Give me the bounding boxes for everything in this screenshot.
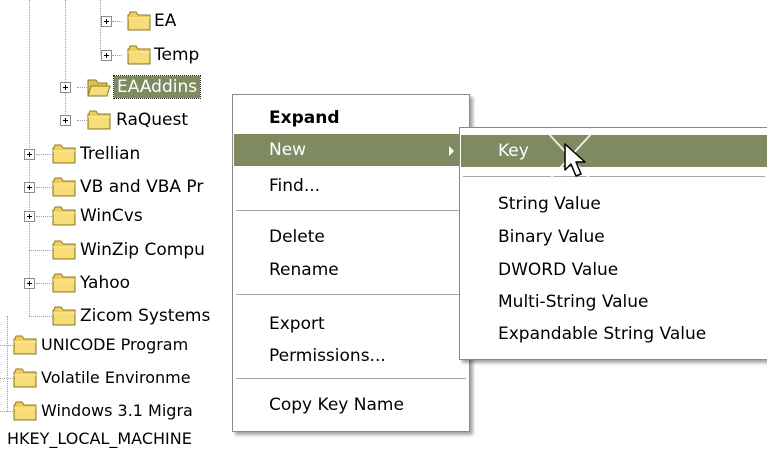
tree-line xyxy=(0,411,13,412)
tree-item-label[interactable]: Windows 3.1 Migra xyxy=(41,400,232,422)
plus-expander-icon[interactable] xyxy=(101,50,112,61)
folder-icon xyxy=(87,109,111,131)
root-key-label[interactable]: HKEY_LOCAL_MACHINE xyxy=(7,428,247,450)
tree-line xyxy=(100,0,101,55)
tree-line xyxy=(112,55,122,56)
menu-item-permissions[interactable]: Permissions... xyxy=(234,340,468,372)
tree-line xyxy=(29,316,52,317)
mouse-pointer-icon xyxy=(564,143,586,177)
submenu-item-expandable-string-value[interactable]: Expandable String Value xyxy=(461,318,767,350)
folder-icon xyxy=(13,400,37,422)
tree-line xyxy=(36,283,52,284)
plus-expander-icon[interactable] xyxy=(24,278,35,289)
menu-item-new-label: New xyxy=(269,140,307,160)
tree-item-label[interactable]: EA xyxy=(154,10,176,32)
menu-item-delete[interactable]: Delete xyxy=(234,221,468,253)
tree-item-label-selected[interactable]: EAAddins xyxy=(112,75,202,99)
menu-item-rename[interactable]: Rename xyxy=(234,254,468,286)
tree-line xyxy=(0,378,13,379)
menu-separator xyxy=(236,294,466,295)
folder-icon xyxy=(52,143,76,165)
plus-expander-icon[interactable] xyxy=(101,16,112,27)
submenu-arrow-icon xyxy=(449,146,454,156)
tree-line xyxy=(36,216,52,217)
menu-item-new[interactable]: New xyxy=(234,134,468,166)
menu-item-find[interactable]: Find... xyxy=(234,170,468,202)
menu-item-copy-key-name[interactable]: Copy Key Name xyxy=(234,389,468,421)
folder-icon xyxy=(52,305,76,327)
menu-item-expand[interactable]: Expand xyxy=(234,102,468,134)
plus-expander-icon[interactable] xyxy=(24,211,35,222)
plus-expander-icon[interactable] xyxy=(60,82,71,93)
menu-separator xyxy=(236,378,466,379)
plus-expander-icon[interactable] xyxy=(24,149,35,160)
tree-line xyxy=(112,21,122,22)
folder-icon xyxy=(127,10,151,32)
folder-icon xyxy=(52,272,76,294)
tree-item-label[interactable]: WinZip Compu xyxy=(80,239,232,261)
plus-expander-icon[interactable] xyxy=(24,182,35,193)
folder-icon xyxy=(127,44,151,66)
submenu-item-key[interactable]: Key xyxy=(461,135,767,167)
submenu-item-string-value[interactable]: String Value xyxy=(461,188,767,220)
tree-line xyxy=(0,345,13,346)
open-folder-icon xyxy=(87,76,111,98)
tree-item-label[interactable]: Temp xyxy=(154,44,199,66)
tree-line xyxy=(29,250,52,251)
menu-separator xyxy=(463,176,765,177)
folder-icon xyxy=(52,176,76,198)
tree-item-label[interactable]: VB and VBA Pr xyxy=(80,176,232,198)
submenu-item-binary-value[interactable]: Binary Value xyxy=(461,221,767,253)
tree-line xyxy=(7,316,8,412)
submenu-item-dword-value[interactable]: DWORD Value xyxy=(461,254,767,286)
tree-item-label[interactable]: Volatile Environme xyxy=(41,367,232,389)
tree-line xyxy=(36,187,52,188)
folder-icon xyxy=(52,205,76,227)
tree-line xyxy=(77,120,87,121)
context-menu: Expand New Find... Delete Rename Export … xyxy=(232,94,470,432)
plus-expander-icon[interactable] xyxy=(60,115,71,126)
folder-icon xyxy=(52,239,76,261)
tree-item-label[interactable]: Yahoo xyxy=(80,272,130,294)
tree-line xyxy=(65,0,66,120)
tree-line xyxy=(36,154,52,155)
tree-item-label[interactable]: RaQuest xyxy=(116,109,188,131)
tree-item-label[interactable]: UNICODE Program xyxy=(41,334,232,356)
menu-separator xyxy=(236,210,466,211)
menu-item-export[interactable]: Export xyxy=(234,308,468,340)
tree-item-label[interactable]: Trellian xyxy=(80,143,140,165)
tree-item-label[interactable]: WinCvs xyxy=(80,205,143,227)
submenu-item-multi-string-value[interactable]: Multi-String Value xyxy=(461,286,767,318)
tree-line xyxy=(77,87,87,88)
new-submenu: Key String Value Binary Value DWORD Valu… xyxy=(459,127,767,360)
folder-icon xyxy=(13,334,37,356)
tree-item-label[interactable]: Zicom Systems xyxy=(80,305,232,327)
folder-icon xyxy=(13,367,37,389)
